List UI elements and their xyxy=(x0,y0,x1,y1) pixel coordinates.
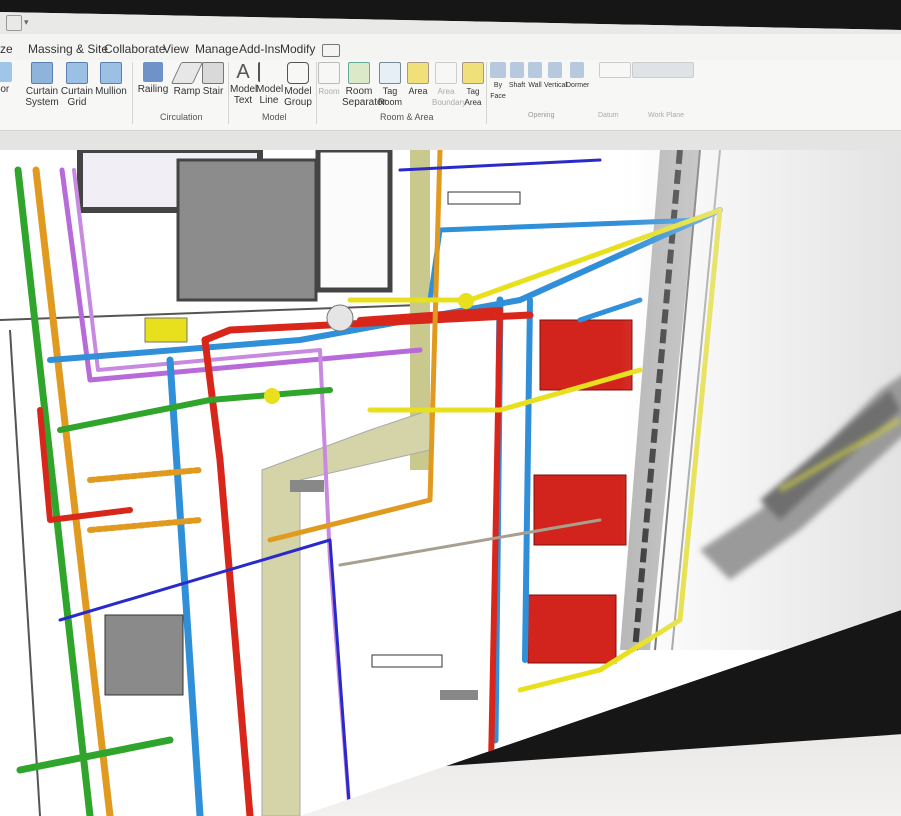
curtain-grid-icon xyxy=(66,62,88,84)
tab-architecture-partial[interactable]: yze xyxy=(0,42,13,56)
tag-room-icon xyxy=(379,62,401,84)
model-text-button[interactable]: A Model Text xyxy=(230,61,257,106)
tab-collaborate[interactable]: Collaborate xyxy=(104,42,165,56)
work-plane-icons xyxy=(632,62,694,78)
tab-massing-site[interactable]: Massing & Site xyxy=(28,42,108,56)
wall xyxy=(315,147,393,293)
ribbon-divider xyxy=(316,62,317,124)
fixture-circle xyxy=(326,304,354,332)
curtain-grid-button[interactable]: Curtain Grid xyxy=(60,62,94,108)
valve-box xyxy=(144,317,188,343)
level-grid-icon xyxy=(599,62,631,78)
wall-opening-icon xyxy=(528,62,542,78)
contextual-tab-dropdown-icon[interactable] xyxy=(322,44,340,57)
model-group-icon xyxy=(287,62,309,84)
vertical-opening-button[interactable]: Vertical xyxy=(544,62,567,91)
mullion-icon xyxy=(100,62,122,84)
ribbon-divider xyxy=(486,62,487,124)
tab-add-ins[interactable]: Add-Ins xyxy=(239,42,280,56)
area-boundary-icon xyxy=(435,62,457,84)
area-button[interactable]: Area xyxy=(406,62,430,97)
ramp-button[interactable]: Ramp xyxy=(170,62,204,97)
room-separator-icon xyxy=(348,62,370,84)
valve xyxy=(264,388,280,404)
stair-core xyxy=(176,158,318,302)
ribbon-divider xyxy=(228,62,229,124)
work-plane-tools[interactable] xyxy=(630,62,696,80)
shaft-icon xyxy=(510,62,524,78)
save-icon[interactable] xyxy=(6,15,22,31)
room-icon xyxy=(318,62,340,84)
area-icon xyxy=(407,62,429,84)
equipment-box xyxy=(104,614,184,696)
tag-box xyxy=(371,654,443,668)
circulation-panel-label: Circulation xyxy=(160,112,203,122)
tag-box xyxy=(290,480,324,492)
room-button[interactable]: Room xyxy=(318,62,340,97)
mechanical-unit xyxy=(527,594,617,664)
work-plane-panel-label: Work Plane xyxy=(648,112,685,119)
vertical-opening-icon xyxy=(548,62,562,78)
tag-box xyxy=(447,191,521,205)
railing-button[interactable]: Railing xyxy=(136,62,170,95)
tab-modify[interactable]: Modify xyxy=(280,42,315,56)
by-face-icon xyxy=(490,62,506,78)
tab-manage[interactable]: Manage xyxy=(195,42,238,56)
by-face-button[interactable]: By Face xyxy=(488,62,508,102)
model-panel-label: Model xyxy=(262,112,287,122)
area-boundary-button[interactable]: Area Boundary xyxy=(432,62,466,108)
tag-room-button[interactable]: Tag Room xyxy=(378,62,402,108)
3d-view-preview xyxy=(700,370,901,580)
model-line-icon xyxy=(258,62,280,82)
datum-tools[interactable] xyxy=(596,62,634,80)
ribbon-divider xyxy=(132,62,133,124)
dormer-icon xyxy=(570,62,584,78)
floor-tool-partial[interactable]: oor xyxy=(0,62,14,95)
opening-panel-label: Opening xyxy=(528,112,555,119)
curtain-system-button[interactable]: Curtain System xyxy=(22,62,62,108)
dormer-button[interactable]: Dormer xyxy=(566,62,589,91)
datum-panel-label: Datum xyxy=(598,112,619,119)
mullion-button[interactable]: Mullion xyxy=(94,62,128,97)
ramp-icon xyxy=(170,62,204,84)
model-group-button[interactable]: Model Group xyxy=(283,62,313,108)
curtain-system-icon xyxy=(31,62,53,84)
railing-icon xyxy=(143,62,163,82)
model-line-button[interactable]: Model Line xyxy=(256,62,283,106)
mechanical-unit xyxy=(533,474,627,546)
floor-icon xyxy=(0,62,12,82)
wall-opening-button[interactable]: Wall xyxy=(527,62,543,91)
room-separator-button[interactable]: Room Separator xyxy=(342,62,386,108)
mechanical-unit xyxy=(539,319,633,391)
stair-button[interactable]: Stair xyxy=(200,62,226,97)
dropdown-icon[interactable]: ▾ xyxy=(24,17,38,31)
ribbon-tabs: yze Massing & Site Collaborate View Mana… xyxy=(0,38,901,60)
stair-icon xyxy=(202,62,224,84)
tab-view[interactable]: View xyxy=(163,42,189,56)
tag-area-icon xyxy=(462,62,484,84)
model-text-icon: A xyxy=(236,61,250,83)
tag-area-button[interactable]: Tag Area xyxy=(462,62,484,108)
room-area-panel-label: Room & Area xyxy=(380,112,434,122)
options-bar xyxy=(0,131,901,151)
shaft-button[interactable]: Shaft xyxy=(508,62,526,91)
valve xyxy=(458,293,474,309)
tag-box xyxy=(440,690,478,700)
